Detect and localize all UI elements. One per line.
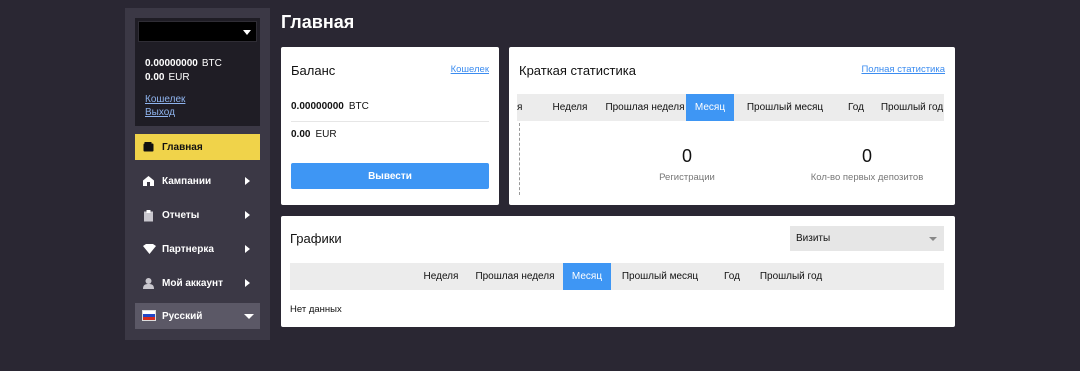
charts-card: Графики Визиты Неделя Прошлая неделя Мес…	[281, 216, 955, 327]
sidebar-item-label: Партнерка	[162, 244, 214, 255]
sidebar-item-campaigns[interactable]: Кампании	[135, 168, 260, 194]
tab-year[interactable]: Год	[838, 94, 874, 121]
first-deposits-label: Кол-во первых депозитов	[810, 172, 924, 183]
diamond-icon	[143, 244, 156, 254]
sidebar-logout-link[interactable]: Выход	[145, 107, 175, 118]
chevron-down-icon	[244, 314, 254, 319]
tab-week[interactable]: Неделя	[419, 263, 463, 290]
stats-title: Краткая статистика	[519, 63, 636, 78]
tab-year[interactable]: Год	[714, 263, 750, 290]
chevron-right-icon	[245, 279, 250, 287]
sidebar: 0.00000000 BTC 0.00 EUR Кошелек Выход Глав…	[125, 8, 270, 340]
user-icon	[143, 278, 154, 289]
account-eur-balance: 0.00 EUR	[145, 72, 190, 83]
chart-metric-value: Визиты	[796, 233, 831, 244]
sidebar-item-label: Мой аккаунт	[162, 278, 223, 289]
language-label: Русский	[162, 311, 203, 322]
balance-eur: 0.00 EUR	[291, 129, 337, 140]
charts-title: Графики	[290, 231, 342, 246]
quick-stats-card: Краткая статистика Полная статистика я Н…	[509, 47, 955, 205]
first-deposits-value: 0	[861, 146, 872, 166]
page-title: Главная	[281, 12, 355, 32]
sidebar-item-account[interactable]: Мой аккаунт	[135, 270, 260, 296]
clipboard-icon	[143, 210, 154, 222]
withdraw-button[interactable]: Вывести	[291, 163, 489, 189]
chevron-right-icon	[245, 211, 250, 219]
wallet-icon	[143, 142, 154, 152]
tab-month[interactable]: Месяц	[686, 94, 734, 121]
tab-last-year[interactable]: Прошлый год	[879, 94, 945, 121]
chevron-right-icon	[245, 177, 250, 185]
balance-title: Баланс	[291, 63, 336, 78]
chevron-down-icon	[243, 30, 251, 35]
sidebar-item-label: Кампании	[162, 176, 212, 187]
balance-btc: 0.00000000 BTC	[291, 101, 369, 112]
tab-last-week[interactable]: Прошлая неделя	[473, 263, 557, 290]
stats-period-tabs: я Неделя Прошлая неделя Месяц Прошлый ме…	[517, 94, 944, 121]
account-card: 0.00000000 BTC 0.00 EUR Кошелек Выход	[135, 18, 260, 126]
sidebar-item-label: Главная	[162, 142, 203, 153]
tab-last-month[interactable]: Прошлый месяц	[745, 94, 825, 121]
chevron-right-icon	[245, 245, 250, 253]
divider	[291, 121, 489, 122]
sidebar-item-partners[interactable]: Партнерка	[135, 236, 260, 262]
account-select[interactable]	[138, 21, 257, 42]
no-data-message: Нет данных	[290, 304, 342, 315]
balance-card: Баланс Кошелек 0.00000000 BTC 0.00 EUR Выв…	[281, 47, 499, 205]
account-btc-balance: 0.00000000 BTC	[145, 58, 222, 69]
tab-last-month[interactable]: Прошлый месяц	[620, 263, 700, 290]
language-select[interactable]: Русский	[135, 303, 260, 329]
chart-period-tabs: Неделя Прошлая неделя Месяц Прошлый меся…	[290, 263, 944, 290]
sidebar-item-label: Отчеты	[162, 210, 200, 221]
sidebar-wallet-link[interactable]: Кошелек	[145, 94, 185, 105]
balance-wallet-link[interactable]: Кошелек	[451, 64, 489, 75]
chevron-down-icon	[929, 237, 937, 241]
scroll-indicator	[519, 123, 520, 195]
chart-metric-select[interactable]: Визиты	[790, 226, 944, 251]
full-stats-link[interactable]: Полная статистика	[861, 64, 945, 75]
tab-month[interactable]: Месяц	[563, 263, 611, 290]
tab-last-week[interactable]: Прошлая неделя	[603, 94, 687, 121]
tab-week[interactable]: Неделя	[547, 94, 593, 121]
tab-last-year[interactable]: Прошлый год	[757, 263, 825, 290]
home-icon	[143, 176, 154, 186]
sidebar-item-home[interactable]: Главная	[135, 134, 260, 160]
registrations-value: 0	[681, 146, 692, 166]
russia-flag-icon	[142, 310, 156, 321]
registrations-label: Регистрации	[659, 172, 715, 183]
sidebar-item-reports[interactable]: Отчеты	[135, 202, 260, 228]
tab-truncated[interactable]: я	[517, 94, 525, 121]
